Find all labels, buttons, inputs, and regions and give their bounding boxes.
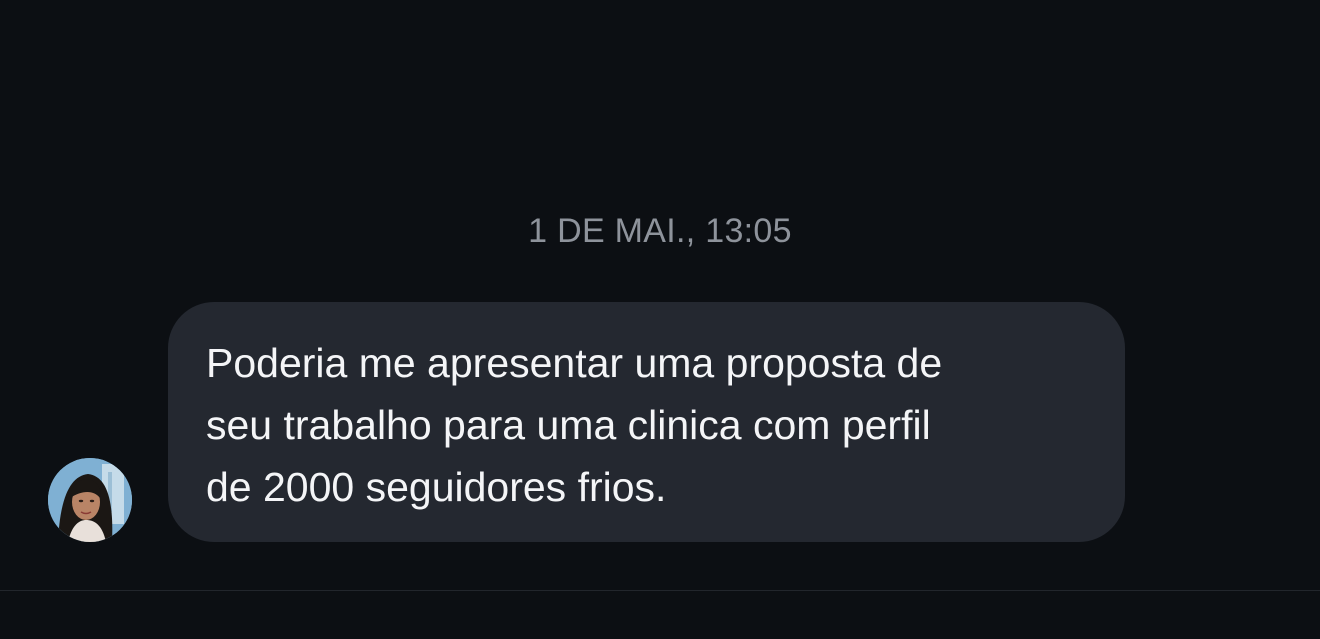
sender-avatar[interactable] <box>48 458 132 542</box>
message-timestamp: 1 DE MAI., 13:05 <box>528 212 792 250</box>
profile-photo-icon <box>48 458 132 542</box>
composer-area <box>0 591 1320 639</box>
message-bubble[interactable]: Poderia me apresentar uma proposta de se… <box>168 302 1125 542</box>
message-text: Poderia me apresentar uma proposta de se… <box>206 340 943 510</box>
